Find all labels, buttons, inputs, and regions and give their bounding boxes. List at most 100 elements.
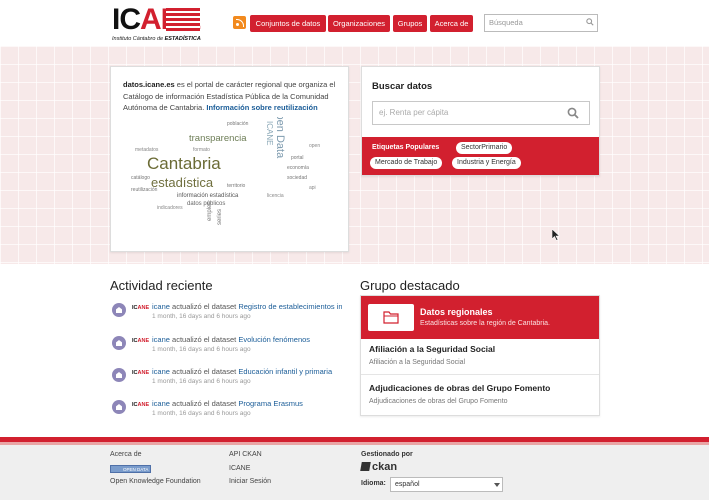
rss-icon[interactable] xyxy=(233,16,246,29)
group-image[interactable] xyxy=(368,304,414,331)
activity-target-link[interactable]: Evolución fenómenos xyxy=(238,335,310,344)
activity-item: ICANE icane actualizó el dataset Evoluci… xyxy=(112,334,342,362)
activity-actor-link[interactable]: icane xyxy=(152,302,170,311)
popular-tags-title: Etiquetas Populares xyxy=(372,144,440,151)
word-cloud-image: Cantabria estadística transparencia Open… xyxy=(131,117,320,225)
nav-groups[interactable]: Grupos xyxy=(393,15,427,32)
activity-actor-link[interactable]: icane xyxy=(152,335,170,344)
search-panel-title: Buscar datos xyxy=(372,81,433,92)
search-icon[interactable] xyxy=(586,18,594,26)
dataset-description: Adjudicaciones de obras del Grupo Foment… xyxy=(369,398,508,405)
ckan-icon xyxy=(360,462,371,471)
activity-text: icane actualizó el dataset Evolución fen… xyxy=(152,335,311,344)
activity-time: 1 month, 16 days and 6 hours ago xyxy=(152,346,251,353)
open-data-badge[interactable]: OPEN DATA xyxy=(110,465,151,473)
language-select[interactable]: español xyxy=(390,477,503,492)
svg-text:metadatos: metadatos xyxy=(135,147,159,153)
dataset-search-input[interactable]: ej. Renta per cápita xyxy=(372,101,590,125)
svg-text:población: población xyxy=(227,121,249,127)
featured-group-title: Grupo destacado xyxy=(360,278,460,293)
dataset-activity-icon xyxy=(112,400,126,414)
divider xyxy=(361,374,599,375)
group-name[interactable]: Datos regionales xyxy=(420,307,493,317)
mouse-cursor-icon xyxy=(552,229,560,241)
managed-by-label: Gestionado por xyxy=(361,451,413,458)
footer-about-link[interactable]: Acerca de xyxy=(110,451,142,458)
language-label: Idioma: xyxy=(361,480,386,487)
group-description: Estadísticas sobre la región de Cantabri… xyxy=(420,320,550,327)
svg-text:transparencia: transparencia xyxy=(189,133,247,144)
tag-sector-primario[interactable]: SectorPrimario xyxy=(456,142,513,154)
svg-text:información estadística: información estadística xyxy=(177,193,239,199)
svg-text:sociedad: sociedad xyxy=(287,175,307,181)
svg-text:economía: economía xyxy=(287,165,309,171)
activity-text: icane actualizó el dataset Programa Eras… xyxy=(152,399,303,408)
ckan-logo[interactable]: ckan xyxy=(360,461,397,473)
nav-datasets[interactable]: Conjuntos de datos xyxy=(250,15,326,32)
activity-time: 1 month, 16 days and 6 hours ago xyxy=(152,410,251,417)
intro-text: datos.icane.es es el portal de carácter … xyxy=(123,80,336,112)
activity-time: 1 month, 16 days and 6 hours ago xyxy=(152,378,251,385)
activity-text: icane actualizó el dataset Educación inf… xyxy=(152,367,333,376)
footer-login-link[interactable]: Iniciar Sesión xyxy=(229,478,271,485)
nav-organizations[interactable]: Organizaciones xyxy=(328,15,390,32)
search-icon[interactable] xyxy=(567,107,579,119)
folder-icon xyxy=(383,311,399,324)
activity-time: 1 month, 16 days and 6 hours ago xyxy=(152,313,251,320)
logo-stripes xyxy=(166,8,200,32)
activity-actor-link[interactable]: icane xyxy=(152,367,170,376)
svg-text:territorio: territorio xyxy=(227,183,246,189)
dataset-description: Afiliación a la Seguridad Social xyxy=(369,359,466,366)
svg-text:Open Data: Open Data xyxy=(274,117,286,159)
svg-text:reutilización: reutilización xyxy=(131,187,158,193)
svg-text:api: api xyxy=(309,185,316,191)
tag-industria-energia[interactable]: Industria y Energía xyxy=(452,157,521,169)
nav-about[interactable]: Acerca de xyxy=(430,15,473,32)
dataset-title-link[interactable]: Afiliación a la Seguridad Social xyxy=(369,344,495,354)
icane-logo[interactable]: ICANE Instituto Cántabro de ESTADÍSTICA xyxy=(112,5,212,43)
svg-text:open: open xyxy=(309,143,320,149)
svg-text:series: series xyxy=(217,209,223,225)
activity-target-link[interactable]: Registro de establecimientos industriale… xyxy=(238,302,342,311)
svg-text:formato: formato xyxy=(193,147,210,153)
logo-subtitle: Instituto Cántabro de ESTADÍSTICA xyxy=(112,36,201,42)
footer-api-link[interactable]: API CKAN xyxy=(229,451,262,458)
dataset-title-link[interactable]: Adjudicaciones de obras del Grupo Foment… xyxy=(369,383,550,393)
activity-item: ICANE icane actualizó el dataset Registr… xyxy=(112,301,342,329)
svg-text:estadística: estadística xyxy=(151,175,214,190)
icane-avatar[interactable]: ICANE xyxy=(132,305,149,311)
activity-target-link[interactable]: Programa Erasmus xyxy=(238,399,303,408)
footer-okf-link[interactable]: Open Knowledge Foundation xyxy=(110,478,201,485)
svg-text:catálogo: catálogo xyxy=(131,175,150,181)
search-panel: Buscar datos ej. Renta per cápita Etique… xyxy=(361,66,600,176)
svg-text:licencia: licencia xyxy=(267,193,284,199)
activity-title: Actividad reciente xyxy=(110,278,213,293)
chevron-down-icon[interactable] xyxy=(494,483,500,487)
svg-text:portal: portal xyxy=(291,155,304,161)
footer-icane-link[interactable]: ICANE xyxy=(229,465,250,472)
dataset-activity-icon xyxy=(112,368,126,382)
icane-avatar[interactable]: ICANE xyxy=(132,370,149,376)
dataset-activity-icon xyxy=(112,303,126,317)
intro-panel: datos.icane.es es el portal de carácter … xyxy=(110,66,349,252)
header: ICANE Instituto Cántabro de ESTADÍSTICA … xyxy=(0,0,709,46)
activity-item: ICANE icane actualizó el dataset Educaci… xyxy=(112,366,342,394)
group-header[interactable]: Datos regionales Estadísticas sobre la r… xyxy=(361,296,599,339)
header-search-input[interactable]: Búsqueda xyxy=(484,14,598,32)
footer xyxy=(0,445,709,500)
svg-text:indicadores: indicadores xyxy=(157,205,183,211)
icane-avatar[interactable]: ICANE xyxy=(132,338,149,344)
activity-item: ICANE icane actualizó el dataset Program… xyxy=(112,398,342,426)
activity-target-link[interactable]: Educación infantil y primaria xyxy=(238,367,332,376)
icane-avatar[interactable]: ICANE xyxy=(132,402,149,408)
activity-text: icane actualizó el dataset Registro de e… xyxy=(152,302,342,311)
reuse-info-link[interactable]: Información sobre reutilización xyxy=(206,103,317,112)
activity-actor-link[interactable]: icane xyxy=(152,399,170,408)
popular-tags-band: Etiquetas Populares SectorPrimario Merca… xyxy=(362,137,599,175)
svg-text:ICANE: ICANE xyxy=(265,121,274,145)
tag-mercado-trabajo[interactable]: Mercado de Trabajo xyxy=(370,157,443,169)
hero-band xyxy=(0,46,709,264)
svg-text:empleo: empleo xyxy=(207,201,213,221)
svg-text:Cantabria: Cantabria xyxy=(147,154,221,173)
featured-group-card: Datos regionales Estadísticas sobre la r… xyxy=(360,295,600,416)
